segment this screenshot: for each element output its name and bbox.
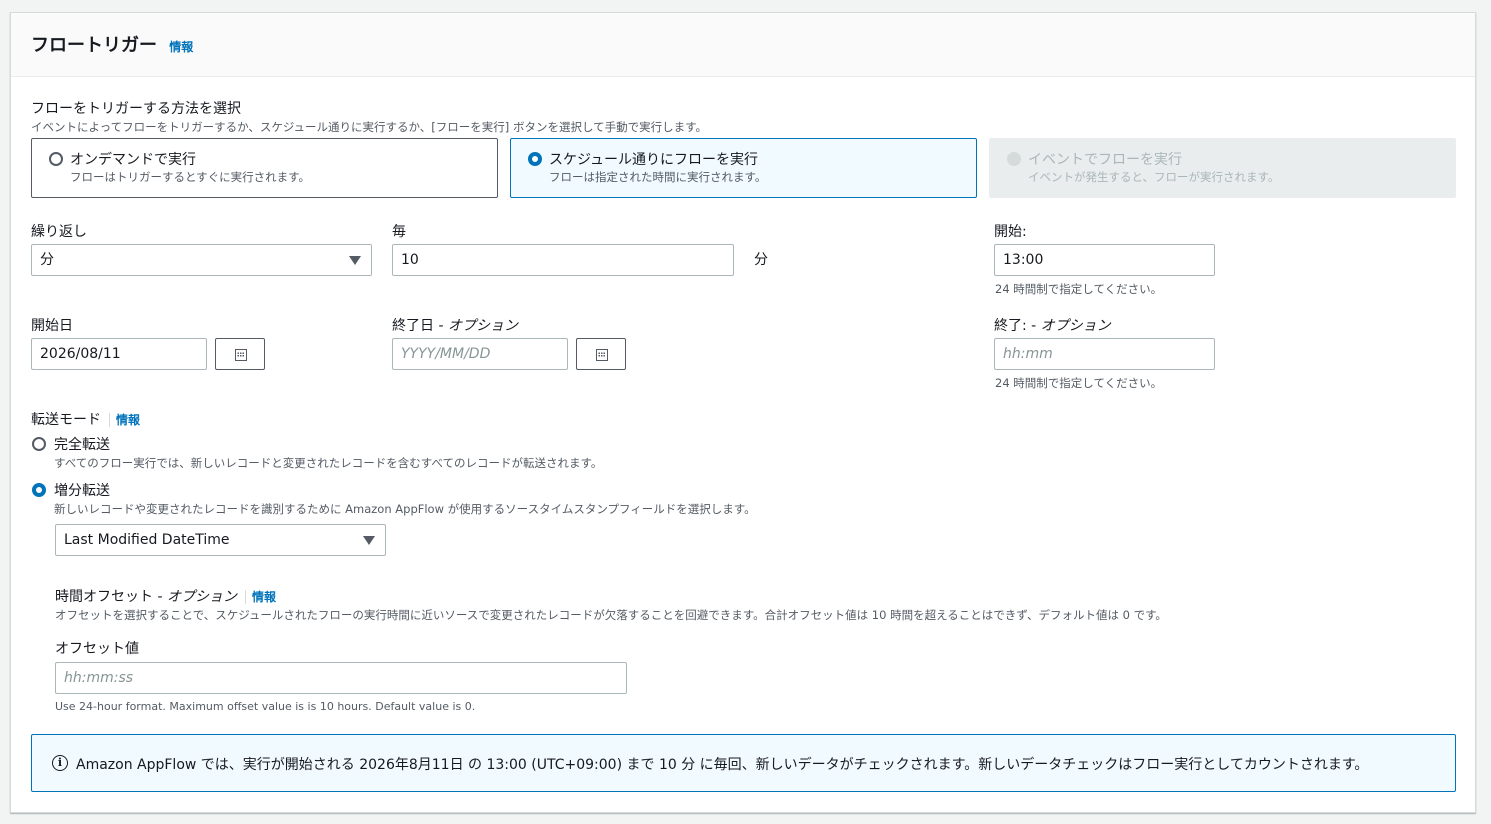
- end-time-label-main: 終了: -: [994, 318, 1041, 334]
- schedule-radio[interactable]: [528, 152, 542, 166]
- panel-header: フロートリガー 情報: [11, 13, 1475, 77]
- end-date-label-optional: オプション: [447, 318, 518, 334]
- panel-title: フロートリガー 情報: [31, 31, 193, 57]
- repeat-select[interactable]: 分: [31, 244, 372, 276]
- calendar-icon: [235, 349, 247, 361]
- on-demand-title: オンデマンドで実行: [70, 152, 196, 168]
- on-demand-desc: フローはトリガーするとすぐに実行されます。: [70, 170, 311, 184]
- start-time-hint: 24 時間制で指定してください。: [995, 282, 1163, 296]
- transfer-info-link[interactable]: 情報: [116, 413, 140, 427]
- transfer-mode-label-text: 転送モード: [31, 412, 101, 428]
- event-radio: [1007, 152, 1021, 166]
- start-time-input[interactable]: 13:00: [994, 244, 1215, 276]
- time-offset-label-main: 時間オフセット -: [55, 589, 167, 605]
- end-time-label: 終了: - オプション: [994, 315, 1111, 335]
- start-date-input[interactable]: 2026/08/11: [31, 338, 207, 370]
- offset-value-input[interactable]: hh:mm:ss: [55, 662, 627, 694]
- timestamp-field-value: Last Modified DateTime: [64, 532, 230, 548]
- end-date-calendar-button[interactable]: [576, 338, 626, 370]
- flow-trigger-panel: フロートリガー 情報 フローをトリガーする方法を選択 イベントによってフローをト…: [10, 12, 1476, 813]
- end-time-hint: 24 時間制で指定してください。: [995, 376, 1163, 390]
- event-tile: イベントでフローを実行 イベントが発生すると、フローが実行されます。: [989, 138, 1456, 198]
- timestamp-field-select[interactable]: Last Modified DateTime: [55, 524, 386, 556]
- info-icon: i: [52, 755, 68, 771]
- panel-title-text: フロートリガー: [31, 35, 157, 56]
- transfer-mode-label: 転送モード 情報: [31, 409, 140, 429]
- full-transfer-title: 完全転送: [54, 437, 110, 453]
- end-date-label-main: 終了日 -: [392, 318, 448, 334]
- divider: [109, 413, 110, 427]
- repeat-select-value: 分: [40, 252, 54, 268]
- schedule-title: スケジュール通りにフローを実行: [549, 152, 759, 168]
- end-date-label: 終了日 - オプション: [392, 315, 518, 335]
- schedule-info-message: Amazon AppFlow では、実行が開始される 2026年8月11日 の …: [76, 757, 1369, 773]
- schedule-tile[interactable]: スケジュール通りにフローを実行 フローは指定された時間に実行されます。: [510, 138, 977, 198]
- time-offset-label-optional: オプション: [166, 589, 237, 605]
- offset-value-label: オフセット値: [55, 641, 139, 657]
- event-desc: イベントが発生すると、フローが実行されます。: [1028, 170, 1280, 184]
- end-time-label-optional: オプション: [1040, 318, 1111, 334]
- incremental-transfer-desc: 新しいレコードや変更されたレコードを識別するために Amazon AppFlow…: [54, 502, 756, 516]
- caret-down-icon: [349, 256, 361, 265]
- on-demand-tile[interactable]: オンデマンドで実行 フローはトリガーするとすぐに実行されます。: [31, 138, 498, 198]
- time-offset-label: 時間オフセット - オプション 情報: [55, 586, 276, 606]
- end-date-input[interactable]: YYYY/MM/DD: [392, 338, 568, 370]
- end-time-input[interactable]: hh:mm: [994, 338, 1215, 370]
- every-unit: 分: [754, 252, 768, 268]
- on-demand-radio[interactable]: [49, 152, 63, 166]
- start-date-calendar-button[interactable]: [215, 338, 265, 370]
- trigger-method-description: イベントによってフローをトリガーするか、スケジュール通りに実行するか、[フローを…: [31, 120, 707, 134]
- incremental-transfer-radio[interactable]: [32, 483, 46, 497]
- full-transfer-radio[interactable]: [32, 437, 46, 451]
- every-label: 毎: [392, 224, 406, 240]
- full-transfer-desc: すべてのフロー実行では、新しいレコードと変更されたレコードを含むすべてのレコード…: [54, 456, 603, 470]
- start-time-label: 開始:: [994, 224, 1027, 240]
- schedule-desc: フローは指定された時間に実行されます。: [549, 170, 767, 184]
- time-offset-desc: オフセットを選択することで、スケジュールされたフローの実行時間に近いソースで変更…: [55, 608, 1167, 622]
- offset-value-hint: Use 24-hour format. Maximum offset value…: [55, 700, 476, 713]
- offset-info-link[interactable]: 情報: [252, 590, 276, 604]
- event-title: イベントでフローを実行: [1028, 152, 1182, 168]
- trigger-method-label: フローをトリガーする方法を選択: [31, 101, 241, 117]
- calendar-icon: [596, 349, 608, 361]
- incremental-transfer-title: 増分転送: [54, 483, 110, 499]
- info-link[interactable]: 情報: [169, 40, 193, 54]
- repeat-label: 繰り返し: [31, 224, 87, 240]
- start-date-label: 開始日: [31, 318, 73, 334]
- caret-down-icon: [363, 536, 375, 545]
- schedule-info-alert: i Amazon AppFlow では、実行が開始される 2026年8月11日 …: [31, 734, 1456, 792]
- divider: [244, 590, 246, 604]
- every-input[interactable]: 10: [392, 244, 734, 276]
